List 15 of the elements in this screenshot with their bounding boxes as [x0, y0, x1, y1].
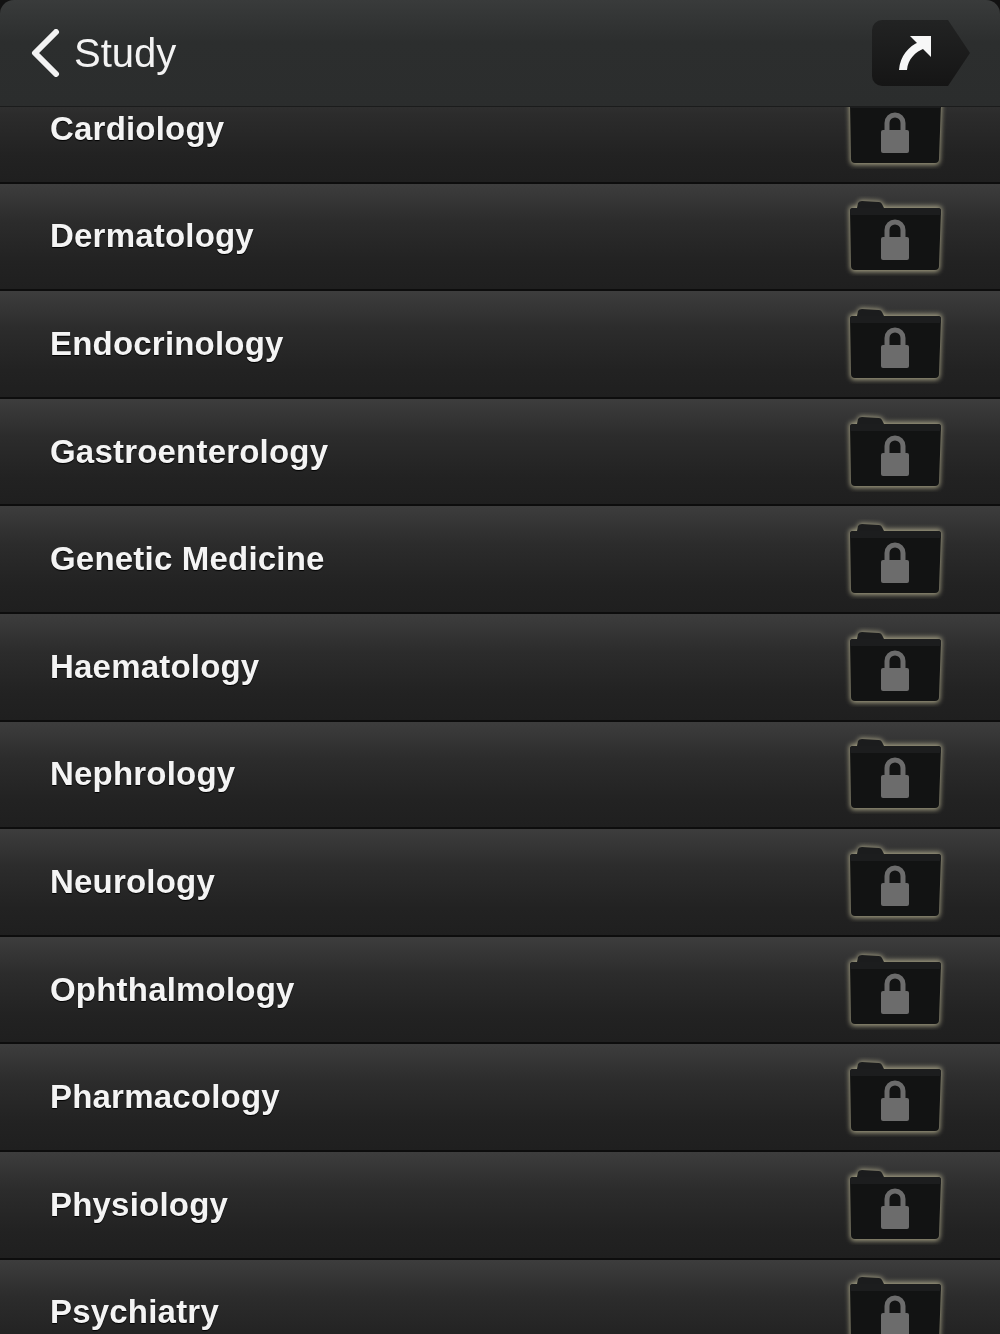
share-button[interactable]	[872, 20, 970, 86]
category-row[interactable]: Nephrology	[0, 721, 1000, 830]
category-row[interactable]: Endocrinology	[0, 291, 1000, 399]
category-row[interactable]: Pharmacology	[0, 1044, 1000, 1152]
category-row[interactable]: Cardiology	[0, 107, 1000, 184]
category-row[interactable]: Neurology	[0, 829, 1000, 937]
category-row[interactable]: Ophthalmology	[0, 936, 1000, 1045]
category-row[interactable]: Gastroenterology	[0, 398, 1000, 507]
share-icon	[898, 35, 932, 71]
category-row[interactable]: Physiology	[0, 1151, 1000, 1260]
category-row[interactable]: Psychiatry	[0, 1259, 1000, 1334]
back-button[interactable]: Study	[28, 29, 177, 77]
category-row[interactable]: Genetic Medicine	[0, 506, 1000, 614]
category-row[interactable]: Dermatology	[0, 183, 1000, 292]
category-row[interactable]: Haematology	[0, 613, 1000, 722]
